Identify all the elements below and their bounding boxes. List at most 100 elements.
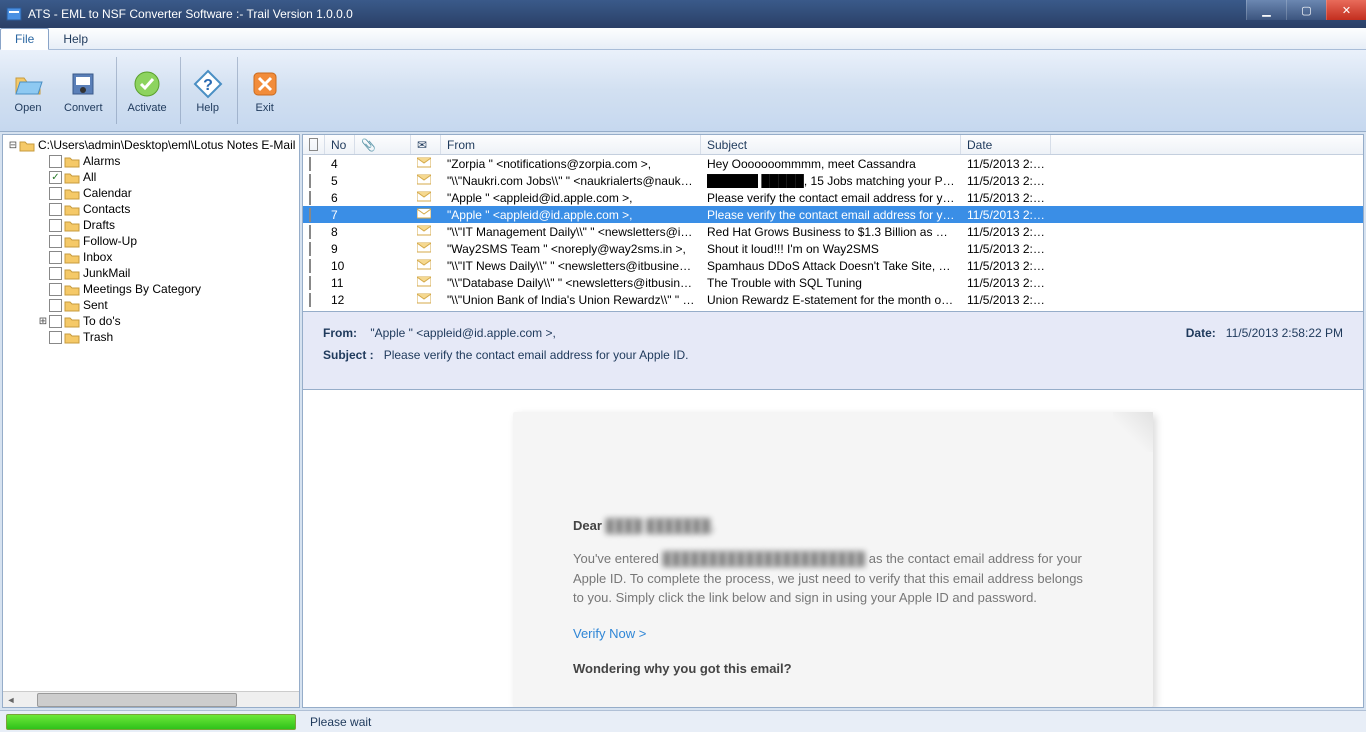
message-row[interactable]: 8"\\"IT Management Daily\\" " <newslette…: [303, 223, 1363, 240]
convert-button[interactable]: Convert: [55, 53, 112, 128]
email-body: Dear ████ ███████, You've entered ██████…: [513, 412, 1153, 707]
tree-checkbox[interactable]: [49, 315, 62, 328]
tree-horizontal-scrollbar[interactable]: ◄: [3, 691, 299, 707]
message-row[interactable]: 9"Way2SMS Team " <noreply@way2sms.in >,S…: [303, 240, 1363, 257]
menu-help[interactable]: Help: [49, 29, 102, 49]
help-icon: ?: [192, 68, 224, 100]
maximize-button[interactable]: ▢: [1286, 0, 1326, 20]
minimize-button[interactable]: ▁: [1246, 0, 1286, 20]
row-no: 7: [325, 208, 355, 222]
row-checkbox[interactable]: [309, 174, 311, 188]
message-row[interactable]: 12"\\"Union Bank of India's Union Reward…: [303, 291, 1363, 308]
activate-button[interactable]: Activate: [119, 53, 176, 128]
tree-item[interactable]: Alarms: [7, 153, 297, 169]
row-from: "\\"Naukri.com Jobs\\" " <naukrialerts@n…: [441, 174, 701, 188]
ribbon-separator: [116, 57, 117, 124]
col-attachment[interactable]: 📎: [355, 135, 411, 154]
message-row[interactable]: 6"Apple " <appleid@id.apple.com >,Please…: [303, 189, 1363, 206]
row-no: 5: [325, 174, 355, 188]
tree-item[interactable]: Contacts: [7, 201, 297, 217]
folder-tree[interactable]: ⊟C:\Users\admin\Desktop\eml\Lotus Notes …: [2, 134, 300, 708]
folder-icon: [64, 203, 80, 216]
tree-checkbox[interactable]: [49, 283, 62, 296]
folder-icon: [64, 235, 80, 248]
tree-checkbox[interactable]: ✓: [49, 171, 62, 184]
row-checkbox[interactable]: [309, 242, 311, 256]
tree-item[interactable]: ⊞To do's: [7, 313, 297, 329]
message-row[interactable]: 4"Zorpia " <notifications@zorpia.com >,H…: [303, 155, 1363, 172]
row-no: 4: [325, 157, 355, 171]
tree-item-label: JunkMail: [83, 266, 130, 280]
message-list[interactable]: No 📎 ✉ From Subject Date 4 "Zorpia " <not…: [302, 134, 1364, 312]
tree-checkbox[interactable]: [49, 219, 62, 232]
tree-item[interactable]: Calendar: [7, 185, 297, 201]
tree-checkbox[interactable]: [49, 299, 62, 312]
tree-item[interactable]: JunkMail: [7, 265, 297, 281]
row-checkbox[interactable]: [309, 259, 311, 273]
row-from: "Apple " <appleid@id.apple.com >,: [441, 191, 701, 205]
message-row[interactable]: 7 "Apple " <appleid@id.apple.com >,Please…: [303, 206, 1363, 223]
tree-checkbox[interactable]: [49, 187, 62, 200]
folder-icon: [64, 315, 80, 328]
envelope-icon: [411, 174, 441, 188]
close-button[interactable]: ✕: [1326, 0, 1366, 20]
message-row[interactable]: 11"\\"Database Daily\\" " <newsletters@i…: [303, 274, 1363, 291]
row-checkbox[interactable]: [309, 276, 311, 290]
row-checkbox[interactable]: [309, 225, 311, 239]
open-label: Open: [15, 102, 42, 114]
col-subject[interactable]: Subject: [701, 135, 961, 154]
app-icon: [6, 6, 22, 22]
row-from: "Zorpia " <notifications@zorpia.com >,: [441, 157, 701, 171]
row-checkbox[interactable]: [309, 191, 311, 205]
tree-item[interactable]: Follow-Up: [7, 233, 297, 249]
message-preview[interactable]: Dear ████ ███████, You've entered ██████…: [302, 390, 1364, 708]
row-checkbox[interactable]: [309, 293, 311, 307]
row-date: 11/5/2013 2:5...: [961, 242, 1051, 256]
row-subject: Spamhaus DDoS Attack Doesn't Take Site, …: [701, 259, 961, 273]
folder-icon: [64, 155, 80, 168]
tree-root[interactable]: ⊟C:\Users\admin\Desktop\eml\Lotus Notes …: [7, 137, 297, 153]
row-subject: Please verify the contact email address …: [701, 208, 961, 222]
tree-checkbox[interactable]: [49, 251, 62, 264]
ribbon-separator: [237, 57, 238, 124]
open-button[interactable]: Open: [3, 53, 53, 128]
folder-icon: [64, 251, 80, 264]
tree-item[interactable]: Meetings By Category: [7, 281, 297, 297]
message-row[interactable]: 10"\\"IT News Daily\\" " <newsletters@it…: [303, 257, 1363, 274]
exit-button[interactable]: Exit: [240, 53, 290, 128]
message-header-pane: From: "Apple " <appleid@id.apple.com >, …: [302, 312, 1364, 390]
tree-checkbox[interactable]: [49, 203, 62, 216]
tree-item[interactable]: Sent: [7, 297, 297, 313]
row-no: 11: [325, 276, 355, 290]
menubar: File Help: [0, 28, 1366, 50]
exit-label: Exit: [256, 102, 274, 114]
row-no: 9: [325, 242, 355, 256]
tree-checkbox[interactable]: [49, 235, 62, 248]
tree-checkbox[interactable]: [49, 267, 62, 280]
row-subject: ██████ █████, 15 Jobs matching your Prof…: [701, 174, 961, 188]
col-date[interactable]: Date: [961, 135, 1051, 154]
row-checkbox[interactable]: [309, 157, 311, 171]
envelope-icon: [411, 259, 441, 273]
help-button[interactable]: ? Help: [183, 53, 233, 128]
tree-item[interactable]: Trash: [7, 329, 297, 345]
row-from: "Apple " <appleid@id.apple.com >,: [441, 208, 701, 222]
menu-file[interactable]: File: [0, 28, 49, 50]
message-list-header: No 📎 ✉ From Subject Date: [303, 135, 1363, 155]
tree-item[interactable]: Drafts: [7, 217, 297, 233]
row-subject: Shout it loud!!! I'm on Way2SMS: [701, 242, 961, 256]
date-label: Date:: [1186, 326, 1216, 340]
col-from[interactable]: From: [441, 135, 701, 154]
body-p2: Wondering why you got this email?: [573, 661, 1093, 676]
message-row[interactable]: 5 "\\"Naukri.com Jobs\\" " <naukrialerts@…: [303, 172, 1363, 189]
row-date: 11/5/2013 2:5...: [961, 225, 1051, 239]
verify-link[interactable]: Verify Now >: [573, 626, 646, 641]
col-envelope[interactable]: ✉: [411, 135, 441, 154]
row-checkbox[interactable]: [309, 208, 311, 222]
col-no[interactable]: No: [325, 135, 355, 154]
tree-checkbox[interactable]: [49, 331, 62, 344]
subject-value: Please verify the contact email address …: [384, 348, 689, 362]
tree-checkbox[interactable]: [49, 155, 62, 168]
tree-item[interactable]: Inbox: [7, 249, 297, 265]
tree-item[interactable]: ✓All: [7, 169, 297, 185]
